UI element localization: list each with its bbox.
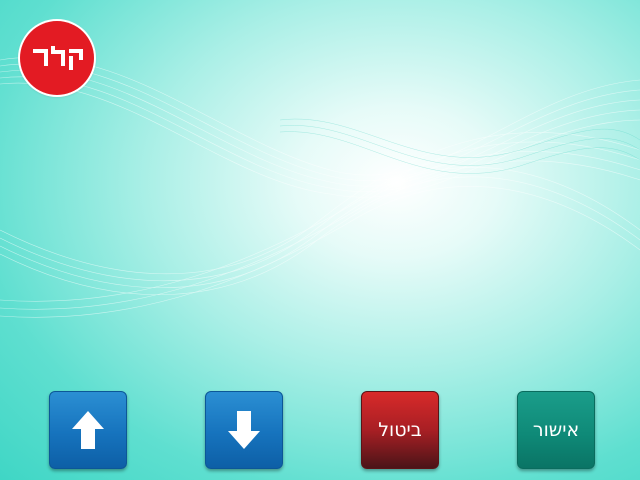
arrow-down-icon [228,411,260,449]
cancel-button-label: ביטול [378,419,422,441]
ok-button-label: אישור [532,419,580,441]
scroll-up-button[interactable] [49,391,127,469]
delek-logo [20,21,94,95]
scroll-down-button[interactable] [205,391,283,469]
logo-lettering [33,46,83,70]
ok-button[interactable]: אישור [517,391,595,469]
cancel-button[interactable]: ביטול [361,391,439,469]
arrow-up-icon [72,411,104,449]
